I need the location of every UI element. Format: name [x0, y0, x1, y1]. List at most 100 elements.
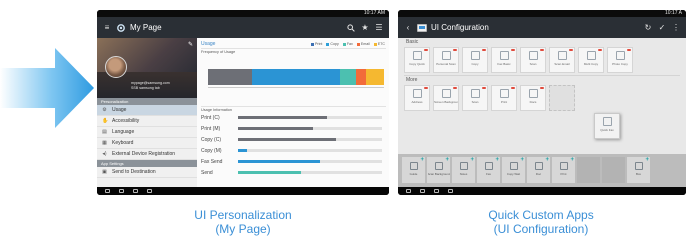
caption-right-title: Quick Custom Apps — [488, 208, 594, 222]
home-icon[interactable] — [119, 189, 124, 193]
basic-label: Basic — [406, 39, 419, 45]
app-tile[interactable]: Copy — [462, 47, 488, 73]
app-tile[interactable]: Print — [491, 85, 517, 111]
add-icon[interactable]: + — [445, 157, 449, 163]
usage-legend: Print Copy Fax Email ETC — [311, 42, 385, 46]
menu-item-language[interactable]: ▤ Language — [97, 127, 197, 138]
remove-icon[interactable] — [627, 49, 631, 51]
app-tile[interactable]: Scan Background + — [427, 157, 450, 183]
app-tile[interactable]: Copy Wait + — [502, 157, 525, 183]
usage-row: Print (M) — [201, 123, 386, 134]
grid-icon[interactable] — [147, 189, 152, 193]
search-icon[interactable] — [346, 23, 356, 33]
check-icon[interactable]: ✓ — [657, 23, 667, 33]
remove-icon[interactable] — [598, 49, 602, 51]
settings-list-icon[interactable]: ☰ — [374, 23, 384, 33]
add-icon[interactable]: + — [495, 157, 499, 163]
usage-track — [238, 138, 382, 141]
grid-icon[interactable] — [448, 189, 453, 193]
remove-icon[interactable] — [511, 87, 515, 89]
app-tile[interactable]: Scan — [520, 47, 546, 73]
app-tile[interactable]: Fax Basic — [491, 47, 517, 73]
app-icon — [528, 51, 538, 60]
remove-icon[interactable] — [569, 49, 573, 51]
star-icon[interactable]: ★ — [360, 23, 370, 33]
empty-slot — [549, 85, 575, 111]
add-icon[interactable]: + — [420, 157, 424, 163]
remove-icon[interactable] — [424, 87, 428, 89]
menu-item-send-to-destination[interactable]: ▣ Send to Destination — [97, 167, 197, 178]
usage-row-label: Print (M) — [201, 125, 221, 132]
usage-row-label: Print (C) — [201, 114, 220, 121]
recent-apps-icon[interactable] — [434, 189, 439, 193]
app-label: Scan — [529, 63, 537, 66]
app-label: Copy Wait — [506, 173, 521, 176]
recent-apps-icon[interactable] — [133, 189, 138, 193]
stage: { "arrow": { "icon": "right-arrow-icon",… — [0, 0, 686, 242]
menu-item-usage[interactable]: ⚙ Usage — [97, 105, 197, 116]
app-tile[interactable]: Scan — [462, 85, 488, 111]
app-tile[interactable]: Doc + — [527, 157, 550, 183]
app-tile[interactable]: Personal Scan — [433, 47, 459, 73]
add-icon[interactable]: + — [470, 157, 474, 163]
more-icon[interactable]: ⋮ — [671, 23, 681, 33]
accessibility-icon: ✋ — [102, 117, 109, 124]
app-tile[interactable]: Docs — [520, 85, 546, 111]
legend-item: Print — [311, 42, 322, 46]
frequency-segment — [355, 69, 367, 85]
menu-item-accessibility[interactable]: ✋ Accessibility — [97, 116, 197, 127]
remove-icon[interactable] — [482, 87, 486, 89]
dragged-app-tile[interactable]: Quick Fax — [594, 113, 620, 139]
nav-bar — [97, 187, 389, 195]
pencil-icon[interactable]: ✎ — [188, 41, 193, 48]
refresh-icon[interactable]: ↻ — [643, 23, 653, 33]
usage-fill — [238, 160, 321, 163]
app-tile[interactable]: Notes + — [452, 157, 475, 183]
menu-item-keyboard[interactable]: ▦ Keyboard — [97, 138, 197, 149]
usage-row-label: Send — [201, 169, 213, 176]
app-tile[interactable]: Print + — [552, 157, 575, 183]
usage-row: Send — [201, 167, 386, 178]
caption-left-subtitle: (My Page) — [215, 222, 271, 236]
back-icon[interactable]: ‹ — [403, 23, 413, 33]
app-icon — [470, 89, 480, 98]
avatar[interactable] — [105, 56, 127, 78]
app-tile[interactable]: Fax + — [477, 157, 500, 183]
app-icon — [534, 162, 543, 170]
usage-fill — [238, 149, 247, 152]
remove-icon[interactable] — [540, 49, 544, 51]
remove-icon[interactable] — [482, 49, 486, 51]
add-icon[interactable]: + — [545, 157, 549, 163]
app-label: Scan — [471, 101, 479, 104]
remove-icon[interactable] — [540, 87, 544, 89]
app-label: Quick Fax — [600, 129, 614, 132]
add-icon[interactable]: + — [520, 157, 524, 163]
usage-row-label: Copy (C) — [201, 136, 222, 143]
app-tile[interactable]: Photo Copy — [607, 47, 633, 73]
app-tile[interactable]: Screen Background — [433, 85, 459, 111]
add-icon[interactable]: + — [645, 157, 649, 163]
home-icon[interactable] — [420, 189, 425, 193]
app-tile[interactable]: Copy Quick — [404, 47, 430, 73]
app-tile[interactable]: Guide + — [402, 157, 425, 183]
app-tile[interactable]: Scan Email — [549, 47, 575, 73]
app-label: Address — [411, 101, 423, 104]
remove-icon[interactable] — [453, 49, 457, 51]
menu-icon[interactable]: ≡ — [102, 23, 112, 33]
gear-icon — [116, 23, 126, 33]
usage-fill — [238, 138, 336, 141]
usage-row-label: Fax Send — [201, 158, 223, 165]
remove-icon[interactable] — [453, 87, 457, 89]
menu-item-external-device[interactable]: ◂) External Device Registration — [97, 149, 197, 160]
status-time: 10:17 A — [665, 10, 682, 16]
remove-icon[interactable] — [424, 49, 428, 51]
legend-swatch — [326, 42, 330, 46]
app-tile[interactable]: Address — [404, 85, 430, 111]
back-icon[interactable] — [105, 189, 110, 193]
back-icon[interactable] — [406, 189, 411, 193]
app-tile[interactable]: Multi Copy — [578, 47, 604, 73]
add-icon[interactable]: + — [570, 157, 574, 163]
app-tile[interactable]: Box + — [627, 157, 650, 183]
remove-icon[interactable] — [511, 49, 515, 51]
legend-item: Fax — [342, 42, 353, 46]
